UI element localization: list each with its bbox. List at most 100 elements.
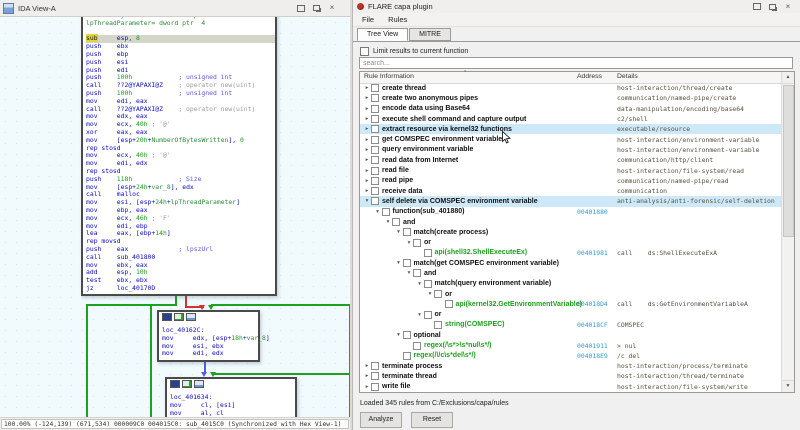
- rule-checkbox[interactable]: [371, 104, 379, 113]
- collapse-icon[interactable]: ▾: [405, 240, 413, 246]
- limit-checkbox-row[interactable]: Limit results to current function: [360, 46, 468, 56]
- expand-icon[interactable]: ▸: [363, 188, 371, 194]
- expand-icon[interactable]: ▸: [363, 147, 371, 153]
- col-address[interactable]: Address: [577, 73, 602, 80]
- close-icon[interactable]: ×: [328, 4, 336, 12]
- collapse-icon[interactable]: ▾: [363, 198, 371, 204]
- basic-block-sub-4015C0[interactable]: NumberOfBytesWritten= dword ptr -4lpThre…: [81, 17, 277, 296]
- node-edit-icon[interactable]: [182, 380, 192, 388]
- menu-rules[interactable]: Rules: [388, 15, 407, 24]
- tree-row[interactable]: ▸ read pipe communication/named-pipe/read: [360, 176, 783, 186]
- expand-icon[interactable]: ▸: [363, 95, 371, 101]
- rule-checkbox[interactable]: [371, 84, 379, 93]
- rule-checkbox[interactable]: [423, 279, 432, 288]
- graph-view[interactable]: NumberOfBytesWritten= dword ptr -4lpThre…: [0, 17, 352, 417]
- tree-row[interactable]: ▾ function(sub_401880) 00401880: [360, 207, 783, 217]
- collapse-icon[interactable]: ▾: [395, 332, 403, 338]
- tree-row[interactable]: ▾ or: [360, 237, 783, 247]
- maximize-icon[interactable]: [753, 3, 761, 10]
- expand-icon[interactable]: ▸: [363, 363, 371, 369]
- tree-row[interactable]: api(shell32.ShellExecuteEx) 00401981 call …: [360, 248, 783, 258]
- tree-row[interactable]: ▾ self delete via COMSPEC environment var…: [360, 196, 783, 207]
- disasm-line[interactable]: mov edi, edx: [162, 349, 258, 358]
- collapse-icon[interactable]: ▾: [395, 229, 403, 235]
- expand-icon[interactable]: ▸: [363, 384, 371, 390]
- expand-icon[interactable]: ▸: [363, 126, 371, 132]
- rule-checkbox[interactable]: [371, 187, 379, 196]
- disasm-line[interactable]: jz loc_40170D: [86, 284, 275, 293]
- rule-checkbox[interactable]: [371, 156, 379, 165]
- tree-row[interactable]: ▾ optional: [360, 330, 783, 340]
- float-icon[interactable]: [769, 3, 776, 10]
- tree-row[interactable]: ▸ execute shell command and capture outpu…: [360, 114, 783, 124]
- tree-scrollbar[interactable]: ▲ ▼: [781, 72, 794, 392]
- tab-mitre[interactable]: MITRE: [409, 28, 451, 41]
- rule-checkbox[interactable]: [423, 248, 432, 257]
- rule-checkbox[interactable]: [371, 115, 379, 124]
- address-value[interactable]: 004018E9: [577, 352, 608, 360]
- rule-checkbox[interactable]: [371, 382, 379, 391]
- scroll-down-icon[interactable]: ▼: [782, 380, 794, 392]
- rule-checkbox[interactable]: [402, 259, 411, 268]
- tree-row[interactable]: ▸ write file host-interaction/file-system/…: [360, 382, 783, 391]
- rule-checkbox[interactable]: [413, 269, 421, 278]
- address-value[interactable]: 00401911: [577, 342, 608, 350]
- analyze-button[interactable]: Analyze: [360, 412, 402, 428]
- rule-checkbox[interactable]: [381, 207, 390, 216]
- address-value[interactable]: 00401880: [577, 208, 608, 216]
- tree-row[interactable]: ▾ and: [360, 268, 783, 278]
- tree-row[interactable]: ▸ terminate process host-interaction/proce…: [360, 361, 783, 371]
- tab-tree-view[interactable]: Tree View: [357, 28, 409, 41]
- node-palette-icon[interactable]: [162, 313, 172, 321]
- rule-checkbox[interactable]: [434, 290, 442, 299]
- close-icon[interactable]: ×: [784, 2, 792, 11]
- expand-icon[interactable]: ▸: [363, 373, 371, 379]
- expand-icon[interactable]: ▸: [363, 116, 371, 122]
- collapse-icon[interactable]: ▾: [384, 219, 392, 225]
- tree-row[interactable]: ▸ extract resource via kernel32 functions…: [360, 124, 783, 135]
- rule-checkbox[interactable]: [371, 176, 379, 185]
- rule-checkbox[interactable]: [371, 135, 379, 144]
- expand-icon[interactable]: ▸: [363, 106, 371, 112]
- expand-icon[interactable]: ▸: [363, 157, 371, 163]
- basic-block-loc-401634[interactable]: loc_401634: mov cl, [esi] mov al, cl: [165, 377, 297, 417]
- tree-row[interactable]: string(COMSPEC) 004018CF COMSPEC: [360, 320, 783, 330]
- disasm-line[interactable]: lpThreadParameter= dword ptr 4: [86, 19, 275, 28]
- rule-checkbox[interactable]: [371, 372, 379, 381]
- expand-icon[interactable]: ▸: [363, 85, 371, 91]
- rule-checkbox[interactable]: [413, 341, 421, 350]
- tree-row[interactable]: ▾ and: [360, 217, 783, 227]
- rule-checkbox[interactable]: [423, 310, 432, 319]
- address-value[interactable]: 004018CF: [577, 321, 608, 329]
- tree-row[interactable]: ▸ create two anonymous pipes communication…: [360, 93, 783, 103]
- rule-checkbox[interactable]: [392, 218, 400, 226]
- col-rule-information[interactable]: Rule Information: [364, 73, 414, 80]
- menu-file[interactable]: File: [362, 15, 374, 24]
- address-value[interactable]: 00401981: [577, 249, 608, 257]
- rule-checkbox[interactable]: [371, 145, 379, 154]
- node-window-icon[interactable]: [186, 313, 196, 321]
- tree-row[interactable]: ▾ match(query environment variable): [360, 279, 783, 289]
- node-palette-icon[interactable]: [170, 380, 180, 388]
- tree-row[interactable]: ▾ or: [360, 310, 783, 320]
- tree-row[interactable]: ▸ encode data using Base64 data-manipulati…: [360, 104, 783, 114]
- tree-row[interactable]: ▸ receive data communication: [360, 186, 783, 196]
- collapse-icon[interactable]: ▾: [426, 291, 434, 297]
- rule-checkbox[interactable]: [371, 125, 379, 134]
- tree-row[interactable]: ▸ create thread host-interaction/thread/cr…: [360, 83, 783, 93]
- node-edit-icon[interactable]: [174, 313, 184, 321]
- rule-checkbox[interactable]: [434, 320, 442, 329]
- scrollbar-thumb[interactable]: [783, 85, 794, 237]
- maximize-icon[interactable]: [297, 4, 305, 12]
- tree-row[interactable]: ▸ read data from Internet communication/ht…: [360, 155, 783, 165]
- tree-row[interactable]: ▾ or: [360, 289, 783, 299]
- tree-row[interactable]: ▸ terminate thread host-interaction/thread…: [360, 371, 783, 381]
- expand-icon[interactable]: ▸: [363, 137, 371, 143]
- node-toolbar[interactable]: [170, 380, 295, 388]
- rule-checkbox[interactable]: [402, 351, 411, 360]
- collapse-icon[interactable]: ▾: [395, 260, 403, 266]
- node-window-icon[interactable]: [194, 380, 204, 388]
- search-input[interactable]: [359, 57, 793, 69]
- node-toolbar[interactable]: [162, 313, 258, 321]
- disasm-line[interactable]: mov al, cl: [170, 409, 295, 417]
